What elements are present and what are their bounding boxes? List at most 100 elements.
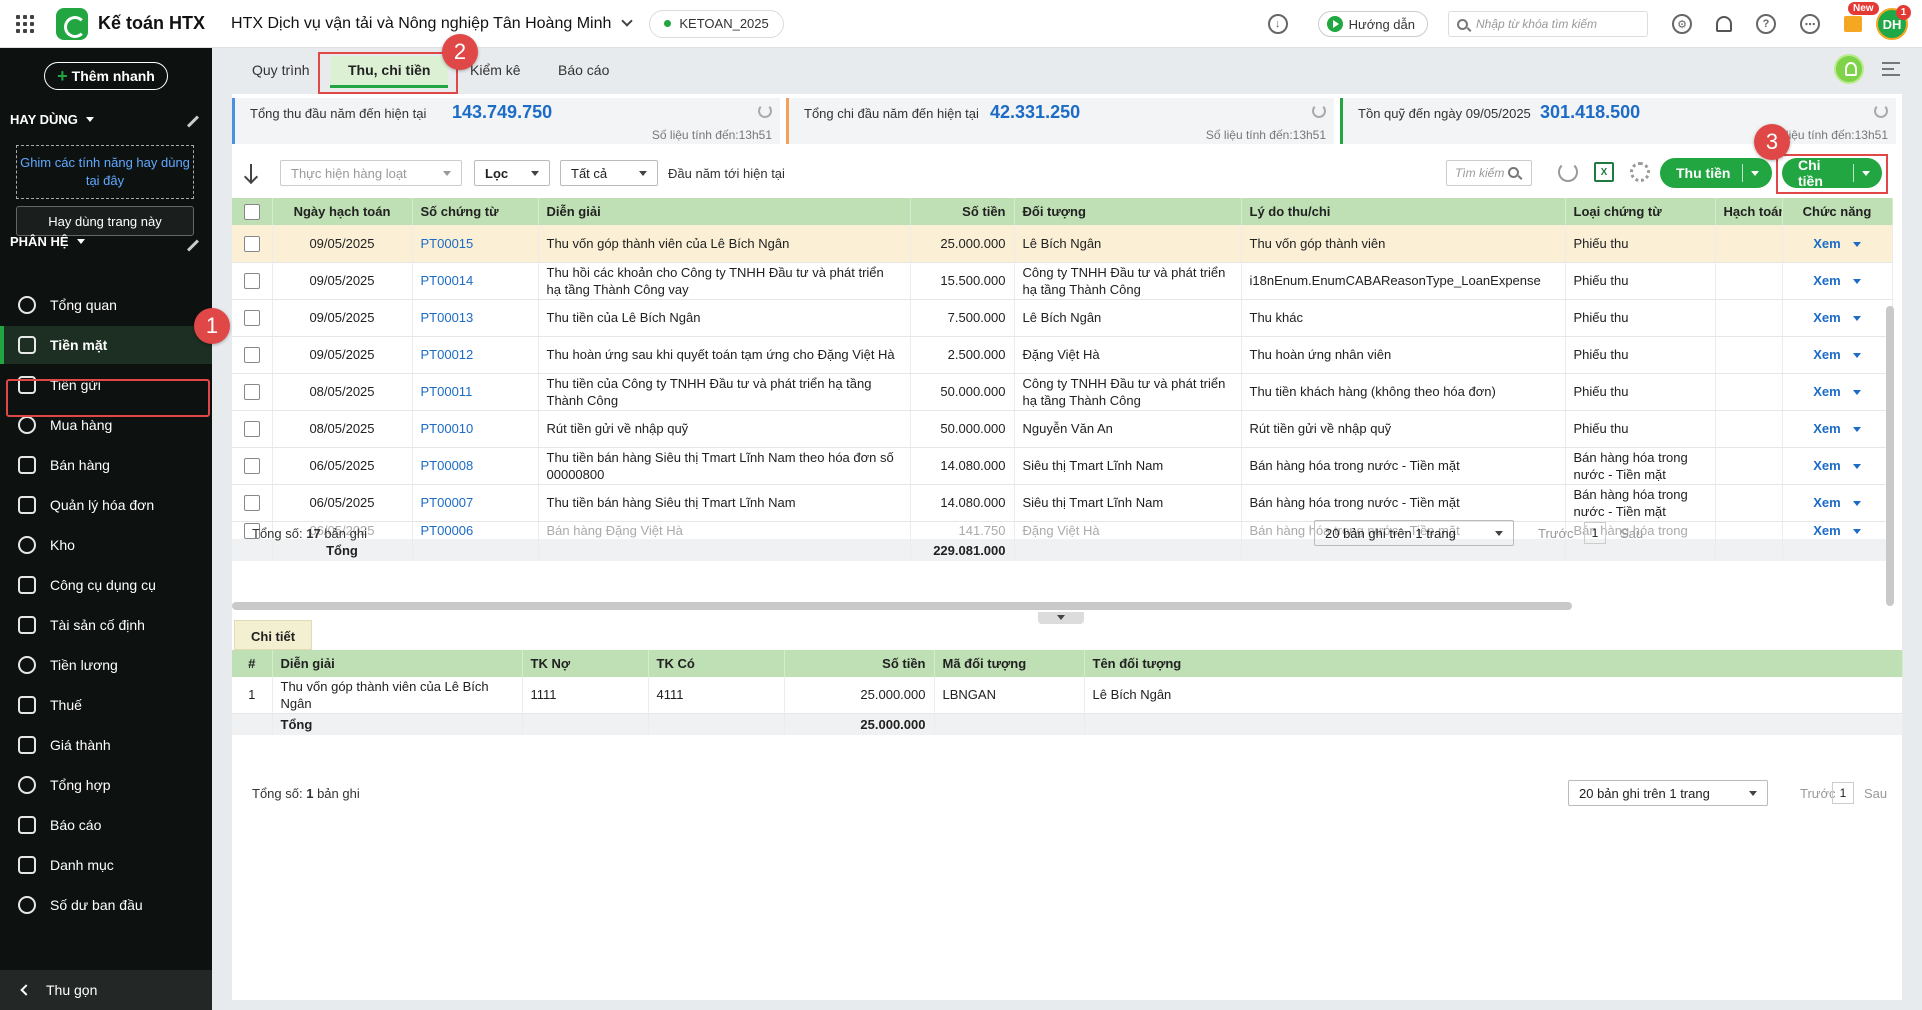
table-row[interactable]: 09/05/2025 PT00014 Thu hồi các khoản cho C… [232, 262, 1893, 300]
detail-next-page-button[interactable]: Sau [1864, 786, 1887, 801]
view-button[interactable]: Xem [1813, 347, 1840, 362]
row-checkbox[interactable] [243, 421, 260, 438]
modules-section-toggle[interactable]: PHÂN HỆ [10, 234, 85, 249]
voucher-link[interactable]: PT00008 [421, 458, 474, 473]
sidebar-item[interactable]: Bán hàng [0, 446, 212, 484]
detail-col-object-name[interactable]: Tên đối tượng [1084, 650, 1903, 677]
grid-search-input[interactable]: Tìm kiếm [1446, 160, 1532, 186]
detail-tab[interactable]: Chi tiết [234, 620, 313, 650]
row-checkbox[interactable] [243, 384, 260, 401]
more-icon[interactable]: ⋯ [1800, 14, 1820, 34]
organization-selector[interactable]: HTX Dịch vụ vận tải và Nông nghiệp Tân H… [231, 15, 634, 33]
col-header-reason[interactable]: Lý do thu/chi [1241, 198, 1566, 225]
horizontal-scrollbar[interactable] [232, 602, 1572, 610]
col-header-amount[interactable]: Số tiền [910, 198, 1015, 225]
sidebar-item[interactable]: Kho [0, 526, 212, 564]
sidebar-item[interactable]: Tổng quan [0, 286, 212, 324]
col-header-voucher-type[interactable]: Loại chứng từ [1565, 198, 1716, 225]
voucher-link[interactable]: PT00013 [421, 310, 474, 325]
detail-page-number[interactable]: 1 [1832, 782, 1854, 804]
table-row[interactable]: 08/05/2025 PT00011 Thu tiền của Công ty TN… [232, 373, 1893, 411]
sidebar-item[interactable]: Báo cáo [0, 806, 212, 844]
row-checkbox[interactable] [243, 458, 260, 475]
view-button[interactable]: Xem [1813, 273, 1840, 288]
view-button[interactable]: Xem [1813, 384, 1840, 399]
guide-button[interactable]: Hướng dẫn [1317, 11, 1428, 37]
download-icon[interactable]: ↓ [1267, 14, 1288, 34]
table-row[interactable]: 09/05/2025 PT00015 Thu vốn góp thành viên … [232, 225, 1893, 263]
filter-select[interactable]: Lọc [474, 160, 550, 186]
next-page-button[interactable]: Sau [1620, 526, 1643, 541]
action-dropdown-icon[interactable] [1852, 427, 1861, 433]
sidebar-item[interactable]: Quản lý hóa đơn [0, 486, 212, 524]
page-number[interactable]: 1 [1584, 522, 1606, 544]
refresh-icon[interactable] [1312, 104, 1327, 118]
tab-reports[interactable]: Báo cáo [558, 62, 609, 78]
detail-col-description[interactable]: Diễn giải [272, 650, 523, 677]
action-dropdown-icon[interactable] [1852, 279, 1861, 285]
status-select[interactable]: Tất cả [560, 160, 658, 186]
view-button[interactable]: Xem [1813, 236, 1840, 251]
refresh-icon[interactable] [1874, 104, 1889, 118]
sidebar-item[interactable]: Công cụ dụng cụ [0, 566, 212, 604]
quick-add-button[interactable]: + Thêm nhanh [44, 62, 168, 90]
detail-col-debit-account[interactable]: TK Nợ [522, 650, 649, 677]
global-search-input[interactable]: Nhập từ khóa tìm kiếm [1448, 11, 1648, 37]
apps-grid-icon[interactable] [16, 14, 34, 33]
favorites-section-toggle[interactable]: HAY DÙNG [10, 112, 94, 127]
view-button[interactable]: Xem [1813, 495, 1840, 510]
action-dropdown-icon[interactable] [1852, 241, 1861, 247]
refresh-icon[interactable] [758, 104, 773, 118]
action-dropdown-icon[interactable] [1852, 390, 1861, 396]
receive-money-button[interactable]: Thu tiền [1660, 158, 1772, 188]
detail-col-object-code[interactable]: Mã đối tượng [934, 650, 1085, 677]
row-checkbox[interactable] [243, 347, 260, 364]
sidebar-item[interactable]: Tiền mặt [0, 326, 212, 364]
voucher-link[interactable]: PT00014 [421, 273, 474, 288]
voucher-link[interactable]: PT00012 [421, 347, 474, 362]
row-checkbox[interactable] [243, 310, 260, 327]
col-header-posting[interactable]: Hạch toán [1715, 198, 1783, 225]
col-header-description[interactable]: Diễn giải [538, 198, 911, 225]
action-dropdown-icon[interactable] [1852, 464, 1861, 470]
table-row[interactable]: 09/05/2025 PT00013 Thu tiền của Lê Bích Ng… [232, 299, 1893, 337]
sidebar-item[interactable]: Thuế [0, 686, 212, 724]
page-size-select[interactable]: 20 bản ghi trên 1 trang [1314, 520, 1514, 546]
vertical-scrollbar[interactable] [1886, 306, 1894, 606]
notification-bell-icon[interactable] [1716, 16, 1732, 32]
layout-settings-icon[interactable] [1882, 62, 1900, 76]
edit-modules-icon[interactable] [186, 239, 200, 252]
voucher-link[interactable]: PT00015 [421, 236, 474, 251]
help-icon[interactable]: ? [1756, 14, 1776, 34]
action-dropdown-icon[interactable] [1852, 501, 1861, 507]
sidebar-item[interactable]: Tiền lương [0, 646, 212, 684]
pin-page-button[interactable]: Hay dùng trang này [16, 206, 194, 236]
view-button[interactable]: Xem [1813, 458, 1840, 473]
table-row[interactable]: 08/05/2025 PT00010 Rút tiền gửi về nhập qu… [232, 410, 1893, 448]
edit-favorites-icon[interactable] [186, 115, 200, 128]
row-checkbox[interactable] [243, 236, 260, 253]
gift-icon[interactable]: New [1844, 2, 1879, 32]
col-header-object[interactable]: Đối tượng [1014, 198, 1242, 225]
view-button[interactable]: Xem [1813, 421, 1840, 436]
database-selector[interactable]: KETOAN_2025 [649, 9, 784, 38]
lightbulb-icon[interactable] [1834, 54, 1864, 84]
voucher-link[interactable]: PT00007 [421, 495, 474, 510]
table-row[interactable]: 09/05/2025 PT00012 Thu hoàn ứng sau khi qu… [232, 336, 1893, 374]
col-header-voucher-no[interactable]: Số chứng từ [412, 198, 539, 225]
collapse-sidebar-button[interactable]: Thu gọn [0, 970, 212, 1010]
sidebar-item[interactable]: Tổng hợp [0, 766, 212, 804]
action-dropdown-icon[interactable] [1852, 353, 1861, 359]
detail-page-size-select[interactable]: 20 bản ghi trên 1 trang [1568, 780, 1768, 806]
prev-page-button[interactable]: Trước [1538, 526, 1574, 541]
voucher-link[interactable]: PT00011 [421, 384, 473, 399]
action-dropdown-icon[interactable] [1852, 316, 1861, 322]
row-checkbox[interactable] [243, 495, 260, 512]
avatar[interactable]: DH 1 [1876, 5, 1911, 40]
voucher-link[interactable]: PT00010 [421, 421, 474, 436]
sidebar-item[interactable]: Giá thành [0, 726, 212, 764]
tab-inventory-check[interactable]: Kiểm kê [470, 62, 521, 78]
col-header-date[interactable]: Ngày hạch toán [272, 198, 413, 225]
excel-export-icon[interactable]: X [1594, 162, 1614, 182]
detail-prev-page-button[interactable]: Trước [1800, 786, 1836, 801]
